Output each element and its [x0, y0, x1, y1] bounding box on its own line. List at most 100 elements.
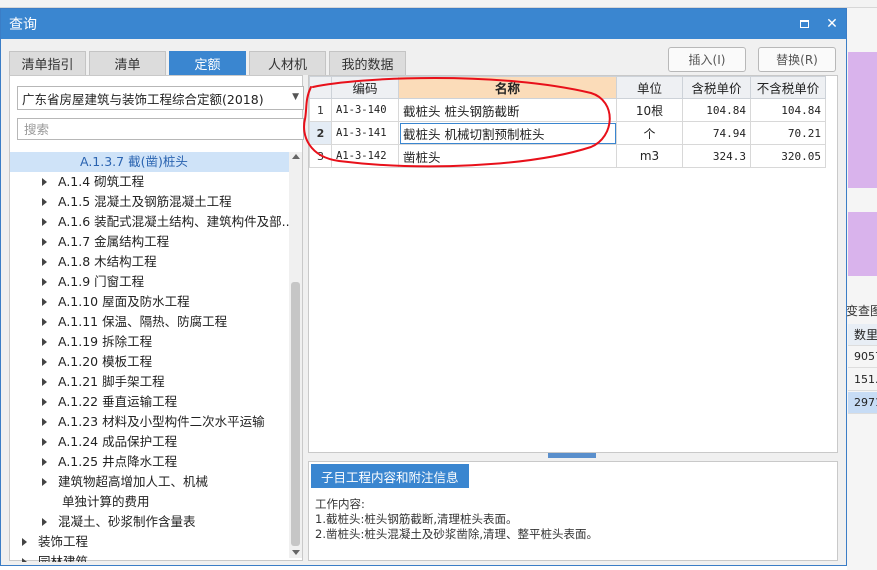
panel-splitter[interactable]: [308, 453, 838, 461]
expand-caret-icon[interactable]: [42, 478, 47, 486]
tree-item[interactable]: A.1.20 模板工程: [42, 352, 152, 372]
expand-caret-icon[interactable]: [42, 298, 47, 306]
tree-item[interactable]: A.1.22 垂直运输工程: [42, 392, 177, 412]
tree-item-label: A.1.11 保温、隔热、防腐工程: [58, 314, 228, 329]
background-cell: 2971: [848, 392, 877, 414]
background-highlight-block: [848, 52, 877, 188]
row-number: 3: [309, 144, 332, 168]
tab-labor-material-machine[interactable]: 人材机: [249, 51, 326, 75]
tree-item-label: A.1.9 门窗工程: [58, 274, 145, 289]
row-number: 2: [309, 121, 332, 145]
expand-caret-icon[interactable]: [22, 538, 27, 546]
quota-unit: 个: [616, 121, 683, 145]
quota-tree-panel: 广东省房屋建筑与装饰工程综合定额(2018) ▼ A.1.3.7 截(凿)桩头 …: [9, 75, 304, 562]
tree-item[interactable]: A.1.3.7 截(凿)桩头: [10, 152, 289, 172]
table-row[interactable]: 1 A1-3-140 截桩头 桩头钢筋截断 10根 104.84 104.84: [309, 98, 826, 122]
tree-item-label: 混凝土、砂浆制作含量表: [58, 514, 196, 529]
tree-item[interactable]: A.1.21 脚手架工程: [42, 372, 165, 392]
tab-bill-guide[interactable]: 清单指引: [9, 51, 86, 75]
tree-scrollbar[interactable]: [289, 152, 302, 558]
expand-caret-icon[interactable]: [42, 218, 47, 226]
expand-caret-icon[interactable]: [42, 458, 47, 466]
tree-item[interactable]: A.1.8 木结构工程: [42, 252, 157, 272]
expand-caret-icon[interactable]: [42, 518, 47, 526]
expand-caret-icon[interactable]: [42, 258, 47, 266]
tree-item[interactable]: A.1.24 成品保护工程: [42, 432, 177, 452]
column-header-index[interactable]: [309, 76, 332, 99]
expand-caret-icon[interactable]: [42, 338, 47, 346]
replace-button[interactable]: 替换(R): [758, 47, 836, 72]
background-highlight-block: [848, 212, 877, 276]
column-header-price-tax[interactable]: 含税单价: [682, 76, 751, 99]
column-header-name[interactable]: 名称: [398, 76, 617, 99]
background-app-strip: [0, 0, 877, 8]
tree-item-label: A.1.19 拆除工程: [58, 334, 153, 349]
expand-caret-icon[interactable]: [42, 378, 47, 386]
tree-item-label: A.1.7 金属结构工程: [58, 234, 170, 249]
quota-grid-panel: 编码 名称 单位 含税单价 不含税单价 1 A1-3-140 截桩头 桩头钢筋截…: [308, 75, 838, 453]
tab-quota[interactable]: 定额: [169, 51, 246, 75]
tree-item[interactable]: A.1.25 井点降水工程: [42, 452, 177, 472]
price-without-tax: 104.84: [750, 98, 826, 122]
tree-item[interactable]: 园林建筑: [22, 552, 88, 562]
dropdown-arrow-icon[interactable]: ▼: [292, 92, 299, 102]
restore-button[interactable]: [790, 9, 818, 39]
dialog-title: 查询: [9, 17, 37, 33]
info-line: 1.截桩头:桩头钢筋截断,清理桩头表面。: [315, 512, 518, 526]
dialog-titlebar[interactable]: 查询 ✕: [1, 9, 846, 39]
close-icon: ✕: [826, 16, 838, 32]
tab-my-data[interactable]: 我的数据: [329, 51, 406, 75]
insert-button[interactable]: 插入(I): [668, 47, 746, 72]
tree-item-label: A.1.23 材料及小型构件二次水平运输: [58, 414, 265, 429]
scroll-down-icon[interactable]: [292, 550, 300, 555]
column-header-code[interactable]: 编码: [331, 76, 399, 99]
tree-item[interactable]: 混凝土、砂浆制作含量表: [42, 512, 196, 532]
tab-bill[interactable]: 清单: [89, 51, 166, 75]
tree-item-label: 装饰工程: [38, 534, 89, 549]
scrollbar-thumb[interactable]: [291, 282, 300, 546]
tree-item-label: 园林建筑: [38, 554, 89, 562]
tree-item[interactable]: 单独计算的费用: [62, 492, 150, 512]
expand-caret-icon[interactable]: [42, 198, 47, 206]
expand-caret-icon[interactable]: [42, 238, 47, 246]
splitter-grip[interactable]: [548, 453, 596, 458]
expand-caret-icon[interactable]: [42, 318, 47, 326]
expand-caret-icon[interactable]: [42, 178, 47, 186]
quota-code: A1-3-142: [331, 144, 399, 168]
quota-name[interactable]: 截桩头 机械切割预制桩头: [398, 121, 617, 145]
query-dialog: 查询 ✕ 清单指引 清单 定额 人材机 我的数据 插入(I) 替换(R) 广东省…: [0, 8, 847, 566]
table-row[interactable]: 3 A1-3-142 凿桩头 m3 324.3 320.05: [309, 144, 826, 168]
tree-item[interactable]: A.1.7 金属结构工程: [42, 232, 169, 252]
tree-item[interactable]: A.1.11 保温、隔热、防腐工程: [42, 312, 227, 332]
tree-item-label: A.1.6 装配式混凝土结构、建筑构件及部...: [58, 214, 289, 229]
close-button[interactable]: ✕: [818, 9, 846, 39]
table-row[interactable]: 2 A1-3-141 截桩头 机械切割预制桩头 个 74.94 70.21: [309, 121, 826, 145]
tree-item-label: A.1.10 屋面及防水工程: [58, 294, 190, 309]
tree-item[interactable]: A.1.6 装配式混凝土结构、建筑构件及部...: [42, 212, 289, 232]
expand-caret-icon[interactable]: [42, 418, 47, 426]
table-header-row: 编码 名称 单位 含税单价 不含税单价: [309, 76, 826, 99]
tree-item[interactable]: A.1.5 混凝土及钢筋混凝土工程: [42, 192, 232, 212]
tree-item[interactable]: 建筑物超高增加人工、机械: [42, 472, 208, 492]
scroll-up-icon[interactable]: [292, 154, 300, 159]
expand-caret-icon[interactable]: [22, 558, 27, 562]
library-select[interactable]: 广东省房屋建筑与装饰工程综合定额(2018) ▼: [17, 86, 304, 110]
column-header-price-notax[interactable]: 不含税单价: [750, 76, 826, 99]
library-select-value: 广东省房屋建筑与装饰工程综合定额(2018): [22, 91, 264, 107]
tree-item[interactable]: A.1.4 砌筑工程: [42, 172, 144, 192]
tree-item[interactable]: A.1.10 屋面及防水工程: [42, 292, 190, 312]
column-header-unit[interactable]: 单位: [616, 76, 683, 99]
tree-item[interactable]: A.1.19 拆除工程: [42, 332, 152, 352]
tree-item[interactable]: A.1.23 材料及小型构件二次水平运输: [42, 412, 265, 432]
tab-work-content[interactable]: 子目工程内容和附注信息: [311, 464, 469, 488]
quota-code: A1-3-141: [331, 121, 399, 145]
expand-caret-icon[interactable]: [42, 398, 47, 406]
tree-item[interactable]: A.1.9 门窗工程: [42, 272, 144, 292]
expand-caret-icon[interactable]: [42, 438, 47, 446]
expand-caret-icon[interactable]: [42, 358, 47, 366]
expand-caret-icon[interactable]: [42, 278, 47, 286]
tree-item[interactable]: 装饰工程: [22, 532, 88, 552]
quota-name: 凿桩头: [398, 144, 617, 168]
info-line: 2.凿桩头:桩头混凝土及砂浆凿除,清理、整平桩头表面。: [315, 527, 598, 541]
search-input[interactable]: [17, 118, 304, 140]
